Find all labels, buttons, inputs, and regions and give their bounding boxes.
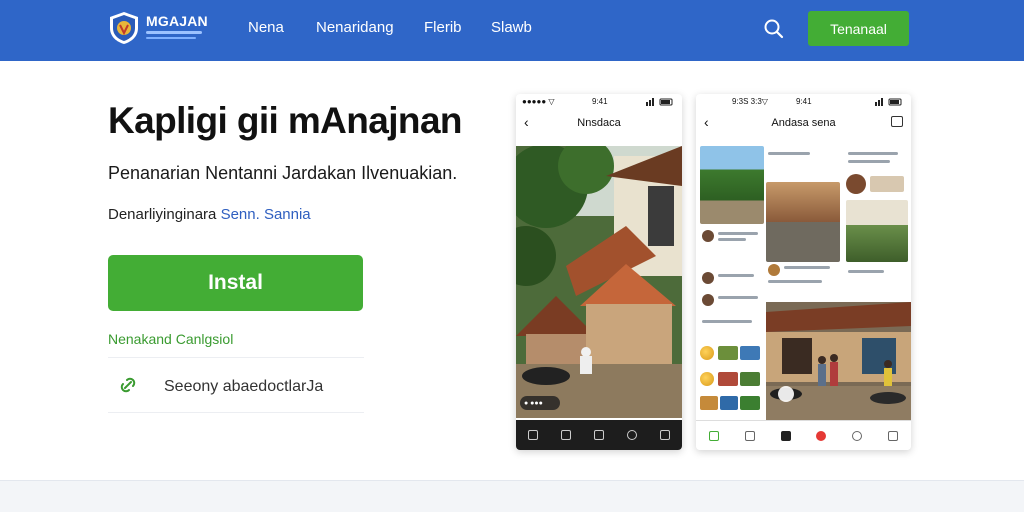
text-line [768, 280, 822, 283]
text-line [718, 238, 746, 241]
feed-thumbnail[interactable] [700, 396, 718, 410]
coin-icon [700, 372, 714, 386]
hero-rating-line: Denarliyinginara Senn. Sannia [108, 206, 311, 223]
text-line [768, 152, 810, 155]
text-line [848, 270, 884, 273]
header-cta-button[interactable]: Tenanaal [808, 11, 909, 46]
profile-icon[interactable] [888, 430, 899, 441]
share-icon[interactable] [891, 116, 903, 127]
avatar [702, 272, 714, 284]
market-photo [766, 302, 911, 422]
play-icon[interactable] [778, 386, 794, 402]
feed-thumbnail[interactable] [740, 372, 760, 386]
hero-title: Kapligi gii mAnajnan [108, 100, 463, 141]
nav-item-slawb[interactable]: Slawb [491, 19, 532, 36]
profile-icon[interactable] [660, 430, 671, 440]
install-button[interactable]: Instal [108, 255, 363, 311]
link-icon [120, 377, 136, 393]
text-line [848, 152, 898, 155]
rating-highlight[interactable]: Senn. Sannia [221, 206, 311, 223]
feed-thumbnail[interactable] [700, 146, 764, 224]
feed-thumbnail[interactable] [870, 176, 904, 192]
feed-thumbnail[interactable] [718, 346, 738, 360]
brand-tagline-bar [146, 31, 202, 34]
brand-name: MGAJAN [146, 13, 208, 29]
text-line [718, 232, 758, 235]
feed-thumbnail[interactable] [720, 396, 738, 410]
app-bar: ‹ Nnsdaca [516, 112, 682, 134]
shield-icon [110, 12, 138, 44]
home-icon[interactable] [708, 430, 719, 441]
text-line [784, 266, 830, 269]
battery-icon [875, 98, 902, 106]
search-icon[interactable] [852, 430, 863, 441]
battery-icon [646, 98, 673, 106]
avatar [768, 264, 780, 276]
home-icon[interactable] [527, 430, 538, 440]
bottom-nav [696, 420, 911, 450]
footer-band [0, 480, 1024, 512]
search-icon[interactable] [627, 430, 638, 440]
text-line [718, 296, 758, 299]
brand-tagline-bar [146, 37, 196, 39]
app-bar: ‹ Andasa sena [696, 112, 911, 134]
avatar [702, 294, 714, 306]
status-bar: 9:3S 3:3▽ 9:41 [696, 94, 911, 110]
feature-row[interactable]: Seeony abaedoctlarJa [108, 357, 364, 413]
feed-thumbnail[interactable] [846, 200, 908, 262]
photo-overlay-label: ● ●●● [524, 400, 543, 407]
text-line [848, 160, 890, 163]
search-icon [764, 19, 784, 39]
feed-thumbnail[interactable] [718, 372, 738, 386]
coin-icon [700, 346, 714, 360]
feed-thumbnail[interactable] [740, 396, 760, 410]
feature-text: Seeony abaedoctlarJa [164, 378, 324, 395]
nav-item-nena[interactable]: Nena [248, 19, 284, 36]
search-button[interactable] [760, 15, 788, 43]
nav-item-nenaridang[interactable]: Nenaridang [316, 19, 394, 36]
status-left: ●●●●● ▽ [522, 97, 555, 106]
rating-prefix: Denarliyinginara [108, 206, 217, 223]
phone-mockup-left: ●●●●● ▽ 9:41 ‹ Nnsdaca ● ●●● [516, 94, 682, 450]
status-left: 9:3S 3:3▽ [732, 97, 768, 106]
screen-title: Nnsdaca [577, 117, 621, 129]
inbox-icon[interactable] [593, 430, 604, 440]
chat-icon[interactable] [744, 430, 755, 441]
top-navbar: MGAJAN Nena Nenaridang Flerib Slawb Tena… [0, 0, 1024, 61]
brand-logo[interactable]: MGAJAN [108, 9, 208, 47]
inbox-icon[interactable] [780, 430, 791, 441]
village-photo [516, 146, 682, 418]
avatar [846, 174, 866, 194]
text-line [718, 274, 754, 277]
nav-item-flerib[interactable]: Flerib [424, 19, 462, 36]
text-line [702, 320, 752, 323]
phone-mockup-right: 9:3S 3:3▽ 9:41 ‹ Andasa sena [696, 94, 911, 450]
screen-title: Andasa sena [771, 117, 836, 129]
secondary-link[interactable]: Nenakand Canlgsiol [108, 331, 233, 347]
list-icon[interactable] [560, 430, 571, 440]
hero-subtitle: Penanarian Nentanni Jardakan Ilvenuakian… [108, 163, 458, 183]
bottom-nav [516, 420, 682, 450]
feed-thumbnail[interactable] [766, 182, 840, 262]
status-bar: ●●●●● ▽ 9:41 [516, 94, 682, 110]
status-time: 9:41 [592, 97, 608, 106]
avatar [702, 230, 714, 242]
status-time: 9:41 [796, 97, 812, 106]
notification-icon[interactable] [816, 430, 827, 441]
feed-thumbnail[interactable] [740, 346, 760, 360]
